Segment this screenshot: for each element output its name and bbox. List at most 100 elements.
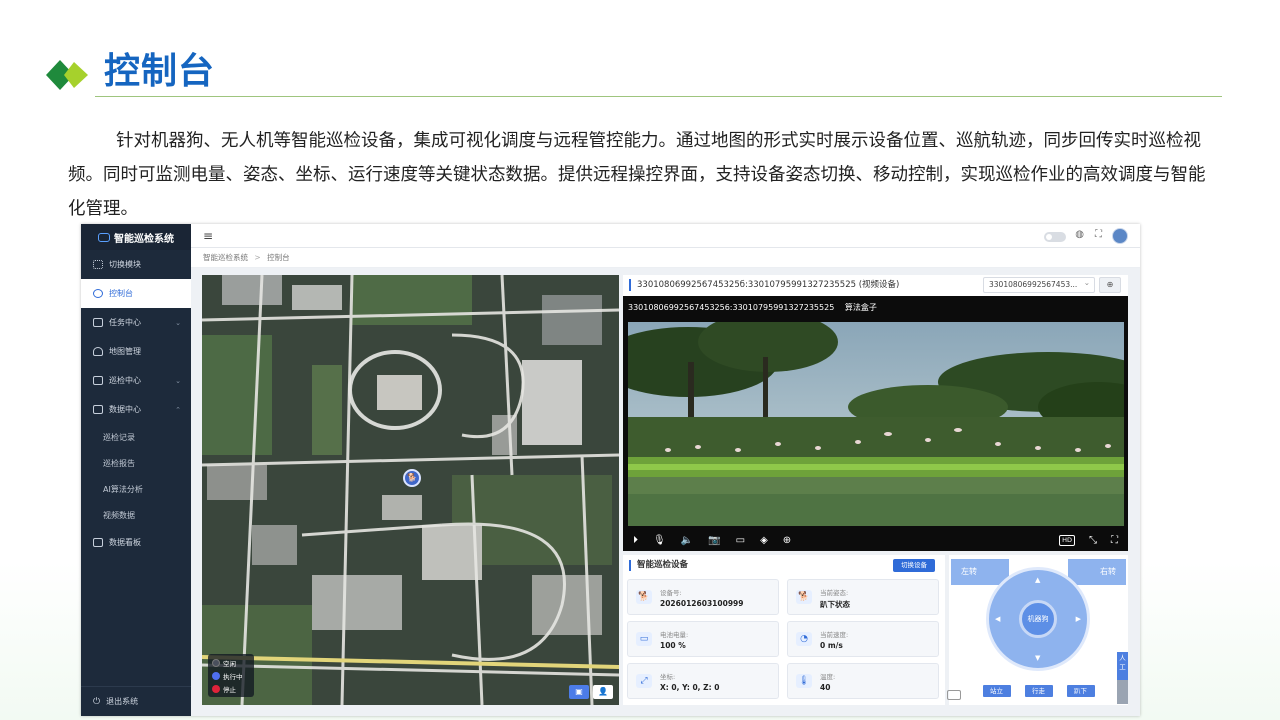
breadcrumb-current: 控制台 <box>267 253 290 262</box>
chevron-down-icon: ⌄ <box>175 318 181 327</box>
breadcrumb: 智能巡检系统 > 控制台 <box>191 248 1140 268</box>
diamond-logo-icon <box>46 60 88 90</box>
sidebar-item-map-management[interactable]: 地图管理 <box>81 337 191 366</box>
sidebar: 智能巡检系统 切换模块 控制台 任务中心 ⌄ 地图管理 巡检中心 ⌄ 数据中心 … <box>81 224 191 716</box>
menu-icon[interactable]: ≡ <box>203 229 213 243</box>
sidebar-subitem-ai-analysis[interactable]: AI算法分析 <box>81 476 191 502</box>
satellite-map[interactable]: 🐕 空闲 执行中 停止 ▣ 👤 <box>202 275 619 705</box>
console-icon <box>93 289 103 298</box>
sidebar-item-inspection-center[interactable]: 巡检中心 ⌄ <box>81 366 191 395</box>
status-legend: 空闲 执行中 停止 <box>208 654 254 697</box>
video-device-select[interactable]: 33010806992567453... <box>983 276 1095 293</box>
battery-card: ▭ 电池电量: 100 % <box>627 621 779 657</box>
card-value: X: 0, Y: 0, Z: 0 <box>660 683 720 692</box>
video-controls: ⏵ 🎙 🔈 📷 ▭ ◈ ⊕ HD ⤡ ⛶ <box>623 529 1128 551</box>
posture-buttons: 站立 行走 趴下 <box>949 685 1128 697</box>
quality-toggle[interactable]: HD <box>1059 534 1075 546</box>
brand: 智能巡检系统 <box>81 224 191 250</box>
card-value: 100 % <box>660 641 686 650</box>
turn-right-button[interactable]: 右转 <box>1068 559 1126 585</box>
auto-mode-tab[interactable] <box>1117 680 1128 704</box>
video-frame <box>628 322 1124 526</box>
device-panel-title: 智能巡检设备 <box>629 560 688 571</box>
grid-icon <box>93 260 103 269</box>
robot-location-marker[interactable]: 🐕 <box>403 469 421 487</box>
slide: 控制台 针对机器狗、无人机等智能巡检设备，集成可视化调度与远程管控能力。通过地图… <box>0 0 1280 720</box>
walk-button[interactable]: 行走 <box>1024 685 1053 697</box>
card-label: 电池电量: <box>660 631 689 639</box>
microphone-icon[interactable]: 🎙 <box>653 535 666 546</box>
arrow-left-icon[interactable]: ◀ <box>995 615 1000 623</box>
avatar[interactable] <box>1112 228 1128 244</box>
sidebar-item-label: 数据中心 <box>109 405 141 414</box>
sidebar-item-task-center[interactable]: 任务中心 ⌄ <box>81 308 191 337</box>
sidebar-item-console[interactable]: 控制台 <box>81 279 191 308</box>
legend-item: 停止 <box>212 682 250 695</box>
card-value: 40 <box>820 683 831 692</box>
card-label: 温度: <box>820 673 836 681</box>
video-panel: 3301080699256745325б:3301079599132723552… <box>623 275 1128 551</box>
sidebar-item-data-center[interactable]: 数据中心 ⌃ <box>81 395 191 424</box>
logout-label: 退出系统 <box>106 697 139 706</box>
posture-card: 🐕 当前姿态: 趴下状态 <box>787 579 939 615</box>
play-icon[interactable]: ⏵ <box>633 535 638 546</box>
video-panel-title: 3301080699256745325б:3301079599132723552… <box>629 279 899 291</box>
card-label: 当前速度: <box>820 631 849 639</box>
keyboard-icon[interactable] <box>947 690 961 700</box>
battery-icon: ▭ <box>636 632 652 646</box>
legend-dot <box>212 684 220 693</box>
map-icon <box>93 347 103 356</box>
arrow-right-icon[interactable]: ▶ <box>1076 615 1081 623</box>
globe-icon[interactable]: ◍ <box>1075 229 1084 240</box>
fullscreen-icon[interactable]: ⛶ <box>1095 229 1102 240</box>
target-icon[interactable]: ⊕ <box>1099 277 1121 293</box>
breadcrumb-root[interactable]: 智能巡检系统 <box>203 253 248 262</box>
sidebar-subitem-inspection-reports[interactable]: 巡检报告 <box>81 450 191 476</box>
sidebar-subitem-video-data[interactable]: 视频数据 <box>81 502 191 528</box>
power-icon: ⏻ <box>93 696 101 707</box>
chevron-down-icon: ⌄ <box>175 376 181 385</box>
theme-toggle[interactable] <box>1044 232 1066 242</box>
sidebar-item-switch-module[interactable]: 切换模块 <box>81 250 191 279</box>
intro-paragraph: 针对机器狗、无人机等智能巡检设备，集成可视化调度与远程管控能力。通过地图的形式实… <box>68 131 1206 219</box>
video-player[interactable]: 33010806992567453256:3301079599132723552… <box>623 296 1128 551</box>
camera-icon[interactable]: 📷 <box>708 535 720 546</box>
chevron-up-icon: ⌃ <box>175 405 181 414</box>
map-imagery <box>202 275 619 705</box>
direction-joystick[interactable]: ▲ ▼ ◀ ▶ 机器狗 <box>986 567 1090 671</box>
stream-label: 33010806992567453256:3301079599132723552… <box>628 302 877 313</box>
breadcrumb-separator: > <box>254 253 261 262</box>
sidebar-item-label: 切换模块 <box>109 260 141 269</box>
device-layer-button[interactable]: ▣ <box>569 685 589 699</box>
temperature-card: 🌡 温度: 40 <box>787 663 939 699</box>
ptz-icon[interactable]: ◈ <box>760 535 768 546</box>
zoom-in-icon[interactable]: ⊕ <box>783 535 791 546</box>
brand-name: 智能巡检系统 <box>114 233 174 245</box>
arrow-down-icon[interactable]: ▼ <box>1035 654 1040 662</box>
sidebar-item-label: 任务中心 <box>109 318 141 327</box>
joystick-center[interactable]: 机器狗 <box>1019 600 1057 638</box>
remote-control-pad: 左转 右转 ▲ ▼ ◀ ▶ 机器狗 站立 行走 趴下 <box>949 555 1128 705</box>
turn-left-button[interactable]: 左转 <box>951 559 1009 585</box>
exit-fullscreen-icon[interactable]: ⤡ <box>1089 535 1097 546</box>
logout-button[interactable]: ⏻ 退出系统 <box>81 686 191 716</box>
lie-down-button[interactable]: 趴下 <box>1066 685 1095 697</box>
card-label: 坐标: <box>660 673 676 681</box>
legend-label: 空闲 <box>223 659 236 668</box>
sidebar-subitem-inspection-records[interactable]: 巡检记录 <box>81 424 191 450</box>
fullscreen-icon[interactable]: ⛶ <box>1111 535 1118 546</box>
device-info-panel: 智能巡检设备 切换设备 🐕 设备号: 2026012603100999 🐕 当前… <box>623 555 945 705</box>
arrow-up-icon[interactable]: ▲ <box>1035 576 1040 584</box>
record-icon[interactable]: ▭ <box>736 535 745 546</box>
mute-icon[interactable]: 🔈 <box>681 535 693 546</box>
card-value: 0 m/s <box>820 641 843 650</box>
card-label: 设备号: <box>660 589 682 597</box>
video-controls-right: HD ⤡ ⛶ <box>1059 534 1118 546</box>
sidebar-item-dashboard[interactable]: 数据看板 <box>81 528 191 557</box>
device-id-card: 🐕 设备号: 2026012603100999 <box>627 579 779 615</box>
stand-button[interactable]: 站立 <box>982 685 1011 697</box>
coordinate-icon: ⤢ <box>636 674 652 688</box>
user-layer-button[interactable]: 👤 <box>593 685 613 699</box>
switch-device-button[interactable]: 切换设备 <box>893 559 935 572</box>
sidebar-item-label: 数据看板 <box>109 538 141 547</box>
